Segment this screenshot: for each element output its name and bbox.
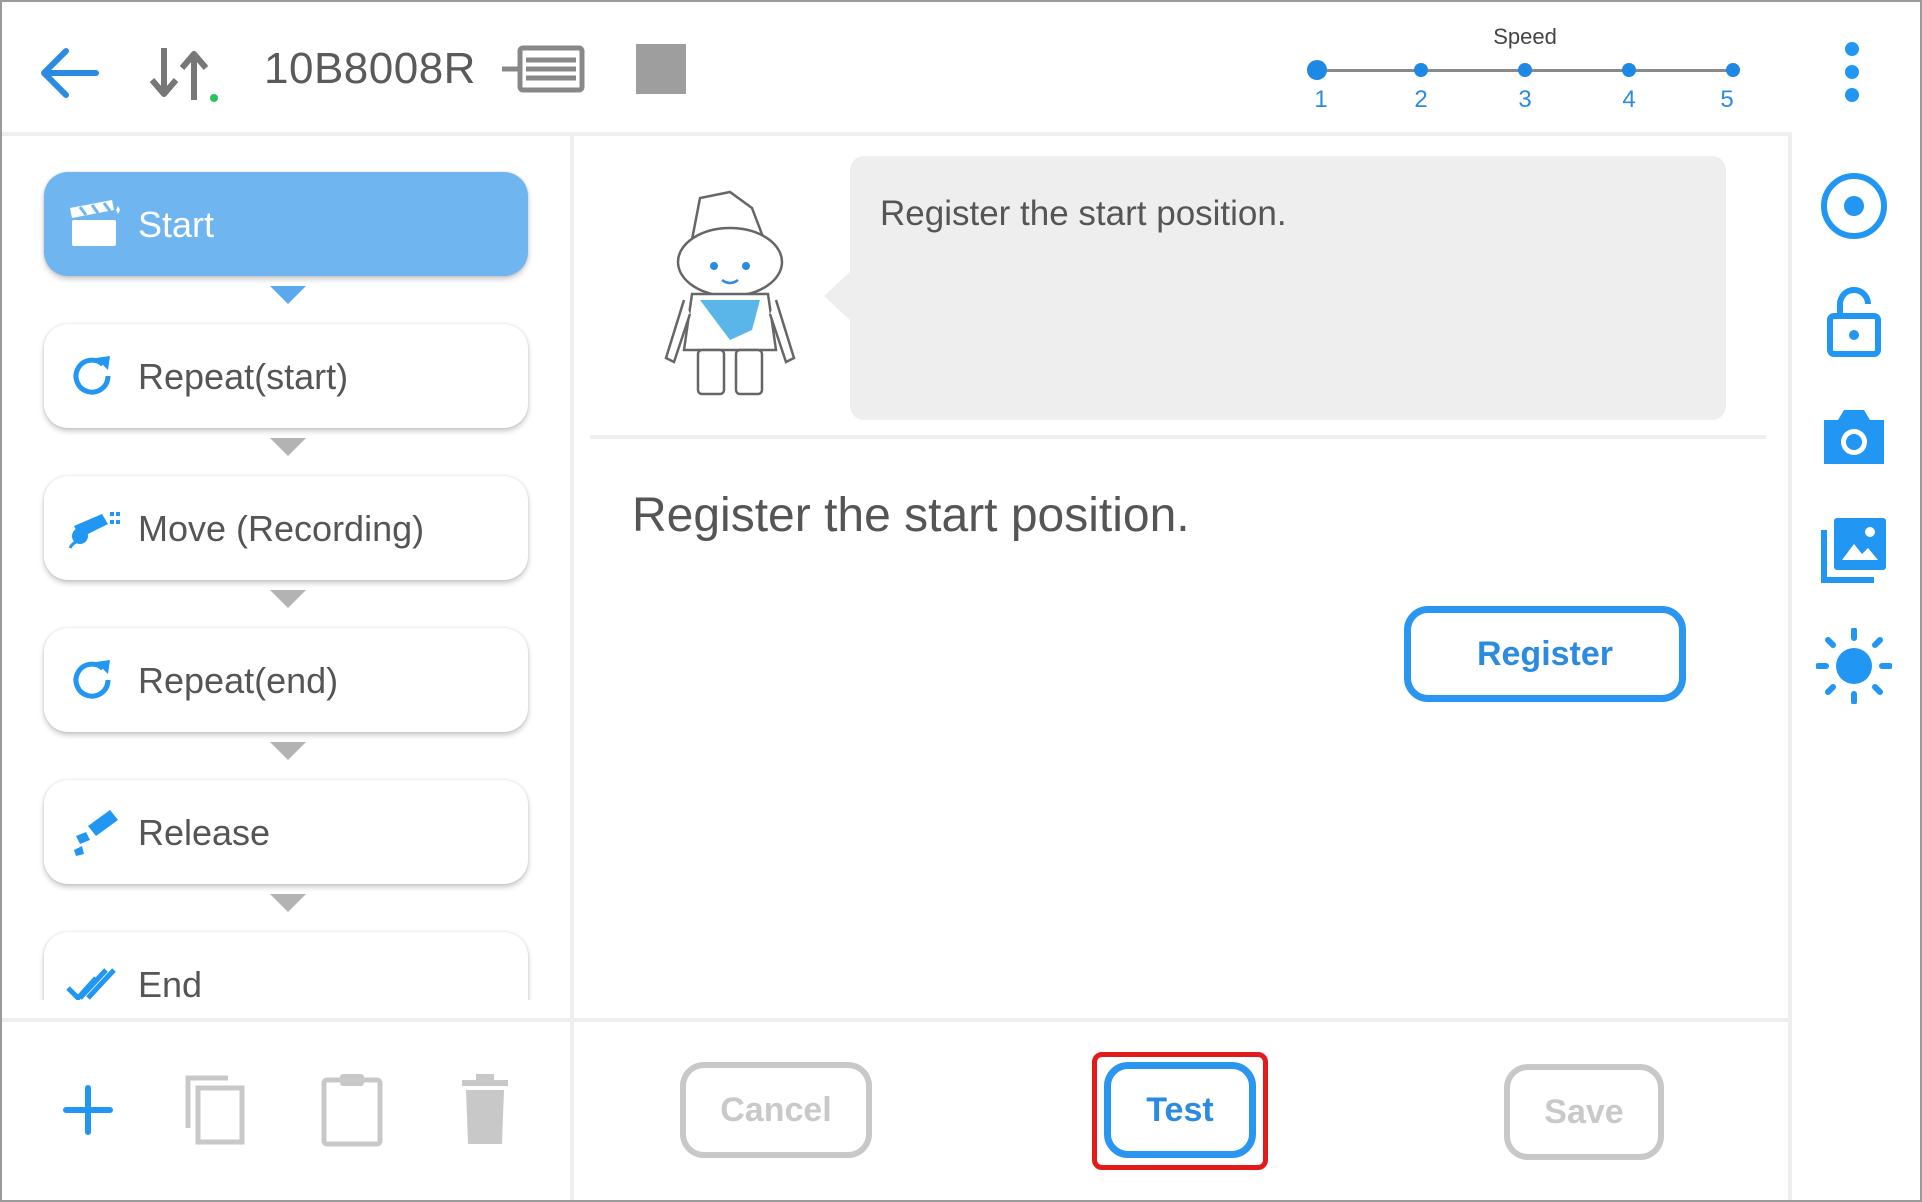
speed-number: 4 [1622, 86, 1636, 113]
speed-number: 1 [1314, 86, 1328, 113]
flow-arrow [270, 438, 306, 456]
header-divider [2, 132, 1788, 136]
target-icon[interactable] [1816, 168, 1892, 244]
step-start[interactable]: Start [44, 172, 528, 276]
step-label: Repeat(start) [138, 356, 349, 397]
speed-label: Speed [1493, 24, 1557, 49]
paste-icon[interactable] [312, 1070, 392, 1150]
step-repeat-start[interactable]: Repeat(start) [44, 324, 528, 428]
step-end[interactable]: End [44, 932, 528, 1000]
content-divider [590, 435, 1766, 439]
add-icon[interactable] [48, 1070, 128, 1150]
gripper-release-icon [74, 810, 118, 856]
cancel-button[interactable]: Cancel [680, 1062, 872, 1158]
speed-level-4[interactable] [1622, 63, 1636, 77]
right-rail-divider [1788, 132, 1792, 1200]
flow-arrow [270, 894, 306, 912]
speed-level-3[interactable] [1518, 63, 1532, 77]
repeat-icon [73, 660, 111, 699]
step-label: Release [138, 812, 271, 853]
camera-icon[interactable] [1816, 398, 1892, 474]
unlock-icon[interactable] [1816, 282, 1892, 358]
copy-icon[interactable] [176, 1070, 256, 1150]
step-label: Start [138, 204, 215, 245]
speed-number: 2 [1414, 86, 1428, 113]
transfer-arrows-icon[interactable] [148, 44, 220, 104]
gallery-icon[interactable] [1816, 512, 1892, 588]
step-release[interactable]: Release [44, 780, 528, 884]
flow-arrow [270, 742, 306, 760]
robot-arm-record-icon [68, 512, 120, 549]
speed-level-2[interactable] [1414, 63, 1428, 77]
brightness-icon[interactable] [1816, 628, 1892, 704]
speed-number: 5 [1720, 86, 1734, 113]
footer-divider [2, 1018, 1788, 1022]
speech-bubble-tail [824, 270, 852, 322]
double-check-icon [66, 968, 116, 1000]
conveyor-icon[interactable] [502, 44, 586, 94]
stop-button[interactable] [636, 44, 686, 94]
flow-step-list: Start Repeat(start) Move (Recording) Rep… [30, 160, 550, 1000]
speed-level-1[interactable] [1307, 60, 1327, 80]
speech-bubble-text: Register the start position. [880, 194, 1287, 233]
step-move-recording[interactable]: Move (Recording) [44, 476, 528, 580]
flow-arrow [270, 286, 306, 304]
mascot-robot-icon [664, 190, 796, 396]
step-label: End [138, 964, 203, 1000]
flow-arrow [270, 590, 306, 608]
save-button[interactable]: Save [1504, 1064, 1664, 1160]
step-repeat-end[interactable]: Repeat(end) [44, 628, 528, 732]
register-button[interactable]: Register [1404, 606, 1686, 702]
step-label: Move (Recording) [138, 508, 425, 549]
back-arrow-icon[interactable] [36, 40, 102, 106]
speed-number: 3 [1518, 86, 1532, 113]
instruction-text: Register the start position. [632, 489, 1190, 542]
test-button-highlight [1092, 1052, 1268, 1170]
speed-level-5[interactable] [1726, 63, 1740, 77]
clapperboard-icon [70, 200, 120, 246]
repeat-icon [73, 356, 111, 395]
left-panel-divider [570, 136, 574, 1200]
device-id: 10B8008R [264, 44, 476, 93]
step-label: Repeat(end) [138, 660, 339, 701]
more-menu-icon[interactable] [1838, 40, 1868, 104]
delete-icon[interactable] [446, 1070, 526, 1150]
